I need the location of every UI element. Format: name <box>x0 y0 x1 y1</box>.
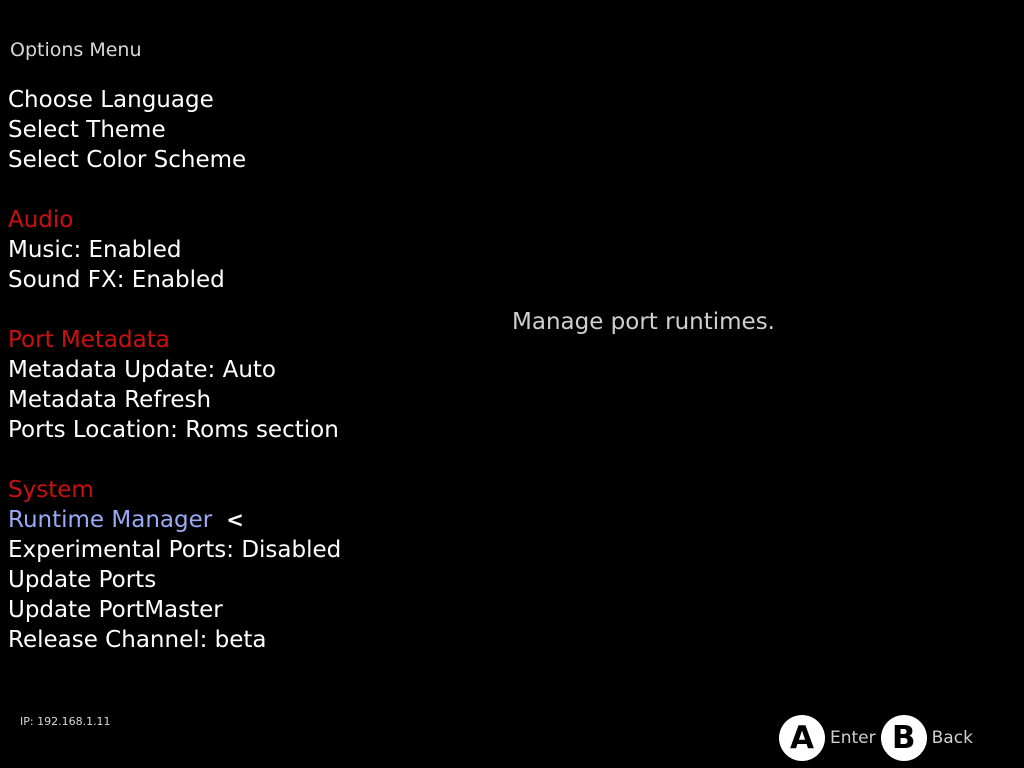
enter-hint-label: Enter <box>830 728 876 748</box>
menu-item-choose-language[interactable]: Choose Language <box>8 85 341 115</box>
menu-item-release-channel[interactable]: Release Channel: beta <box>8 625 341 655</box>
ip-address-label: IP: 192.168.1.11 <box>20 715 111 728</box>
menu-spacer <box>8 175 341 205</box>
menu-item-update-portmaster[interactable]: Update PortMaster <box>8 595 341 625</box>
menu-item-music[interactable]: Music: Enabled <box>8 235 341 265</box>
options-menu-list: Choose Language Select Theme Select Colo… <box>8 85 341 655</box>
menu-item-select-theme[interactable]: Select Theme <box>8 115 341 145</box>
back-hint-label: Back <box>931 728 973 748</box>
menu-item-select-color-scheme[interactable]: Select Color Scheme <box>8 145 341 175</box>
section-header-system: System <box>8 477 94 503</box>
a-button-icon: A <box>779 715 825 761</box>
back-hint[interactable]: B Back <box>880 715 978 761</box>
item-description: Manage port runtimes. <box>512 309 775 335</box>
menu-item-update-ports[interactable]: Update Ports <box>8 565 341 595</box>
menu-item-runtime-manager[interactable]: Runtime Manager < <box>8 505 341 535</box>
selection-cursor-icon: < <box>226 508 244 532</box>
menu-item-sound-fx[interactable]: Sound FX: Enabled <box>8 265 341 295</box>
section-header-audio: Audio <box>8 207 74 233</box>
menu-spacer <box>8 445 341 475</box>
menu-item-ports-location[interactable]: Ports Location: Roms section <box>8 415 341 445</box>
enter-hint[interactable]: A Enter <box>779 715 881 761</box>
menu-item-experimental-ports[interactable]: Experimental Ports: Disabled <box>8 535 341 565</box>
b-button-icon: B <box>880 715 927 761</box>
menu-spacer <box>8 295 341 325</box>
page-title: Options Menu <box>10 39 142 61</box>
menu-item-label: Runtime Manager <box>8 507 213 533</box>
button-hints: A Enter B Back <box>779 714 978 762</box>
section-header-port-metadata: Port Metadata <box>8 327 170 353</box>
menu-item-metadata-refresh[interactable]: Metadata Refresh <box>8 385 341 415</box>
menu-item-metadata-update[interactable]: Metadata Update: Auto <box>8 355 341 385</box>
